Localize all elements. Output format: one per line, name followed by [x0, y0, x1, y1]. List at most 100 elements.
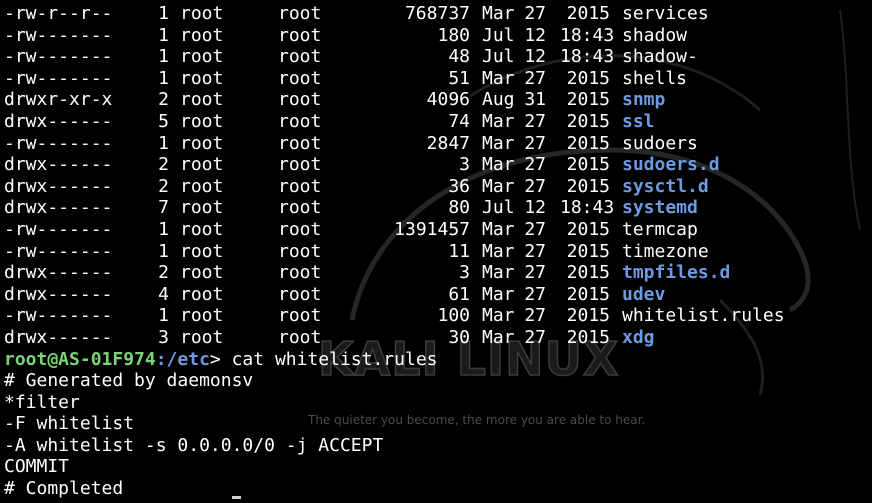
listing-perm: -rw-------: [4, 24, 113, 46]
listing-month: Mar: [482, 132, 515, 154]
listing-group: root: [278, 262, 322, 284]
listing-group: root: [278, 305, 322, 327]
listing-row: -rw------- 1 root root 1391457 Mar 27 2015 termc…: [2, 219, 872, 241]
listing-row: drwxr-xr-x 2 root root 4096 Aug 31 2015 snmp: [2, 89, 872, 111]
listing-group: root: [278, 326, 322, 348]
listing-owner: root: [180, 305, 224, 327]
prompt-command: cat whitelist.rules: [231, 348, 438, 370]
listing-row: -rw-r--r-- 1 root root 768737 Mar 27 2015 servic…: [2, 3, 872, 25]
listing-links: 7: [158, 197, 169, 219]
listing-day: 27: [524, 326, 546, 348]
listing-size: 74: [448, 110, 470, 132]
output-text: COMMIT: [4, 456, 70, 478]
listing-group: root: [278, 67, 322, 89]
listing-links: 2: [158, 154, 169, 176]
listing-day: 27: [524, 240, 546, 262]
output-line: -A whitelist -s 0.0.0.0/0 -j ACCEPT: [2, 435, 872, 457]
listing-month: Mar: [482, 154, 515, 176]
listing-name: systemd: [622, 197, 698, 219]
listing-time: 2015: [566, 240, 610, 262]
listing-time: 2015: [566, 283, 610, 305]
listing-name: tmpfiles.d: [622, 262, 731, 284]
listing-owner: root: [180, 3, 224, 24]
listing-day: 27: [524, 283, 546, 305]
listing-day: 12: [524, 24, 546, 46]
listing-perm: drwx------: [4, 197, 113, 219]
listing-size: 51: [448, 67, 470, 89]
listing-row: -rw------- 1 root root 11 Mar 27 2015 timezone: [2, 241, 872, 263]
listing-day: 27: [524, 154, 546, 176]
listing-time: 18:43: [560, 24, 615, 46]
prompt-user-host: root@AS-01F974: [4, 348, 156, 370]
listing-perm: -rw-------: [4, 46, 113, 68]
listing-perm: drwx------: [4, 154, 113, 176]
listing-perm: -rw-------: [4, 132, 113, 154]
listing-links: 1: [158, 218, 169, 240]
listing-perm: drwxr-xr-x: [4, 89, 113, 111]
listing-owner: root: [180, 175, 224, 197]
listing-group: root: [278, 175, 322, 197]
listing-month: Mar: [482, 110, 515, 132]
listing-links: 1: [158, 3, 169, 24]
listing-size: 4096: [426, 89, 470, 111]
listing-group: root: [278, 46, 322, 68]
text-cursor: [232, 496, 241, 499]
listing-group: root: [278, 197, 322, 219]
listing-size: 61: [448, 283, 470, 305]
listing-day: 12: [524, 46, 546, 68]
listing-owner: root: [180, 132, 224, 154]
listing-perm: -rw-------: [4, 240, 113, 262]
listing-time: 2015: [566, 218, 610, 240]
listing-name: services: [622, 3, 709, 24]
prompt-line: root@AS-01F974:/etc> cat whitelist.rules: [2, 349, 872, 371]
listing-size: 30: [448, 326, 470, 348]
output-text: -A whitelist -s 0.0.0.0/0 -j ACCEPT: [4, 434, 384, 456]
listing-name: shells: [622, 67, 688, 89]
listing-row: -rw------- 1 root root 2847 Mar 27 2015 sudoers: [2, 133, 872, 155]
listing-name: shadow-: [622, 46, 698, 68]
listing-name: termcap: [622, 218, 698, 240]
listing-size: 36: [448, 175, 470, 197]
listing-links: 2: [158, 175, 169, 197]
listing-row: drwx------ 7 root root 80 Jul 12 18:43 systemd: [2, 197, 872, 219]
listing-name: timezone: [622, 240, 709, 262]
listing-row: drwx------ 3 root root 30 Mar 27 2015 xdg: [2, 327, 872, 349]
listing-time: 2015: [566, 154, 610, 176]
output-text: # Generated by daemonsv: [4, 370, 254, 392]
listing-group: root: [278, 24, 322, 46]
listing-group: root: [278, 283, 322, 305]
listing-group: root: [278, 89, 322, 111]
listing-owner: root: [180, 262, 224, 284]
listing-name: whitelist.rules: [622, 305, 785, 327]
listing-time: 18:43: [560, 197, 615, 219]
listing-owner: root: [180, 24, 224, 46]
listing-size: 100: [437, 305, 470, 327]
listing-time: 2015: [566, 67, 610, 89]
listing-name: sudoers: [622, 132, 698, 154]
prompt-symbol: >: [209, 348, 232, 370]
listing-name: sudoers.d: [622, 154, 720, 176]
listing-time: 2015: [566, 305, 610, 327]
output-text: *filter: [4, 391, 80, 413]
listing-perm: drwx------: [4, 283, 113, 305]
listing-links: 1: [158, 240, 169, 262]
listing-name: udev: [622, 283, 666, 305]
listing-row: drwx------ 2 root root 3 Mar 27 2015 tmpfiles.d: [2, 262, 872, 284]
listing-row: drwx------ 4 root root 61 Mar 27 2015 udev: [2, 284, 872, 306]
listing-group: root: [278, 132, 322, 154]
listing-size: 2847: [426, 132, 470, 154]
listing-size: 768737: [404, 3, 470, 24]
listing-size: 80: [448, 197, 470, 219]
listing-owner: root: [180, 46, 224, 68]
terminal-window[interactable]: KALI LINUX The quieter you become, the m…: [0, 0, 872, 503]
listing-links: 1: [158, 132, 169, 154]
listing-perm: drwx------: [4, 110, 113, 132]
listing-perm: drwx------: [4, 262, 113, 284]
listing-perm: drwx------: [4, 175, 113, 197]
listing-owner: root: [180, 154, 224, 176]
listing-size: 180: [437, 24, 470, 46]
listing-links: 2: [158, 262, 169, 284]
listing-time: 2015: [566, 89, 610, 111]
listing-owner: root: [180, 89, 224, 111]
output-line: COMMIT: [2, 456, 872, 478]
